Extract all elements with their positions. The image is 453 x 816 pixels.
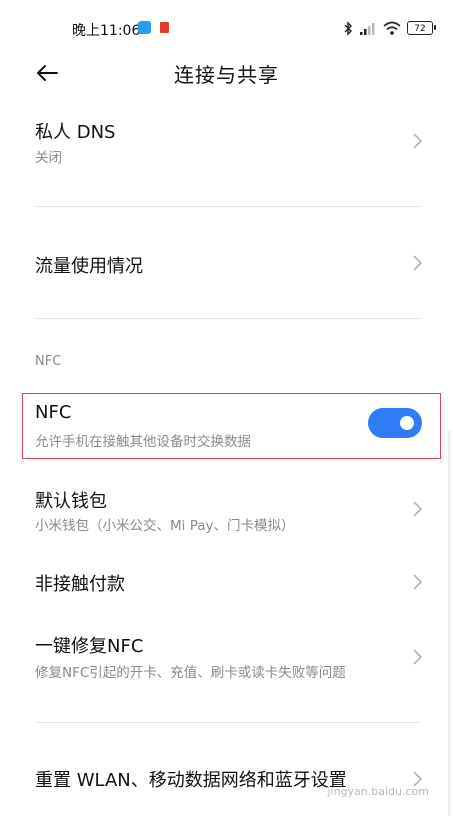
header: 连接与共享 (0, 52, 453, 94)
divider (35, 722, 421, 723)
repair-nfc-subtitle: 修复NFC引起的开卡、充值、刷卡或读卡失败等问题 (35, 665, 346, 681)
chevron-right-icon (413, 501, 423, 517)
notification-app-icon (160, 22, 169, 33)
default-wallet-subtitle: 小米钱包（小米公交、Mi Pay、门卡模拟） (35, 518, 295, 534)
cellular-signal-icon (360, 22, 375, 35)
repair-nfc-title: 一键修复NFC (35, 636, 144, 657)
nfc-section-label: NFC (35, 354, 62, 369)
private-dns-title: 私人 DNS (35, 122, 116, 143)
status-time: 晚上11:06 (72, 23, 141, 39)
toggle-knob (400, 416, 414, 430)
bluetooth-icon (344, 20, 352, 36)
chevron-right-icon (413, 574, 423, 590)
nfc-title: NFC (35, 402, 72, 423)
reset-network-title: 重置 WLAN、移动数据网络和蓝牙设置 (35, 770, 347, 791)
nfc-toggle[interactable] (368, 408, 422, 438)
nfc-description: 允许手机在接触其他设备时交换数据 (35, 434, 251, 450)
private-dns-status: 关闭 (35, 150, 62, 166)
status-bar: 晚上11:06 72 (0, 0, 453, 58)
watermark: jingyan.baidu.com (327, 785, 429, 798)
contactless-payment-title: 非接触付款 (35, 574, 125, 595)
cloud-app-icon (138, 21, 151, 34)
page-title: 连接与共享 (174, 63, 279, 87)
data-usage-row[interactable]: 流量使用情况 (0, 238, 453, 290)
default-wallet-row[interactable]: 默认钱包 小米钱包（小米公交、Mi Pay、门卡模拟） (0, 478, 453, 544)
repair-nfc-row[interactable]: 一键修复NFC 修复NFC引起的开卡、充值、刷卡或读卡失败等问题 (0, 622, 453, 688)
status-icons: 72 (344, 19, 436, 37)
divider (35, 318, 421, 319)
wifi-icon (383, 21, 401, 35)
battery-icon: 72 (407, 21, 436, 35)
divider (35, 206, 421, 207)
chevron-right-icon (413, 133, 423, 149)
scrollbar[interactable] (448, 430, 451, 816)
contactless-payment-row[interactable]: 非接触付款 (0, 560, 453, 604)
private-dns-row[interactable]: 私人 DNS 关闭 (0, 108, 453, 178)
chevron-right-icon (413, 255, 423, 271)
default-wallet-title: 默认钱包 (35, 491, 107, 512)
chevron-right-icon (413, 649, 423, 665)
data-usage-title: 流量使用情况 (35, 256, 143, 277)
